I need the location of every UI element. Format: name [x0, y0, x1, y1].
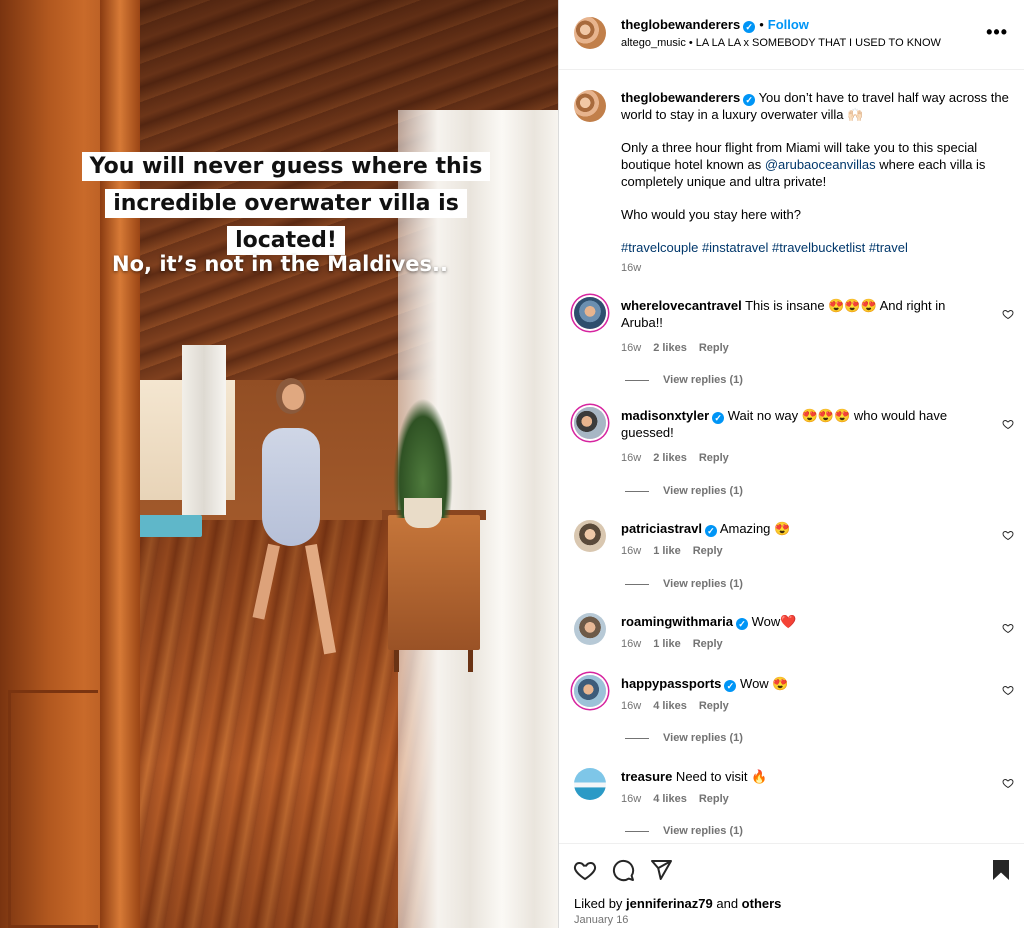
verified-icon: ✓ [704, 525, 717, 537]
comment-username[interactable]: happypassports [621, 676, 721, 691]
avatar[interactable] [574, 90, 606, 122]
caption-question: Who would you stay here with? [621, 207, 801, 222]
post-actions: Liked by jenniferinaz79 and others Janua… [559, 843, 1024, 928]
reply-button[interactable]: Reply [693, 638, 723, 650]
view-replies-button[interactable]: View replies (1) [625, 485, 743, 497]
heart-icon[interactable] [1002, 418, 1014, 430]
reply-button[interactable]: Reply [699, 700, 729, 712]
audio-label[interactable]: altego_music • LA LA LA x SOMEBODY THAT … [621, 37, 941, 49]
comment-username[interactable]: wherelovecantravel [621, 298, 742, 313]
avatar[interactable] [574, 297, 606, 329]
post-header: theglobewanderers ✓ • Follow altego_music •… [559, 0, 1024, 70]
author-username[interactable]: theglobewanderers [621, 17, 740, 32]
person [262, 428, 320, 546]
reply-button[interactable]: Reply [699, 793, 729, 805]
comment-text: Wow❤️ [747, 614, 797, 629]
reply-button[interactable]: Reply [693, 545, 723, 557]
heart-icon[interactable] [1002, 308, 1014, 320]
avatar[interactable] [574, 17, 606, 49]
bookmark-icon[interactable] [989, 858, 1013, 882]
reply-button[interactable]: Reply [699, 452, 729, 464]
verified-icon: ✓ [743, 94, 756, 106]
avatar[interactable] [574, 613, 606, 645]
cabinet [388, 515, 480, 650]
plant-pot [404, 498, 442, 528]
video-caption-bottom: No, it’s not in the Maldives.. [112, 252, 448, 276]
curtain [182, 345, 226, 515]
more-icon[interactable]: ••• [986, 22, 1008, 43]
caption-username[interactable]: theglobewanderers [621, 90, 740, 105]
heart-icon[interactable] [1002, 622, 1014, 634]
comment-username[interactable]: madisonxtyler [621, 408, 709, 423]
verified-icon: ✓ [735, 618, 748, 630]
reply-button[interactable]: Reply [699, 342, 729, 354]
share-icon[interactable] [649, 858, 673, 882]
heart-icon[interactable] [1002, 529, 1014, 541]
heart-icon[interactable] [1002, 684, 1014, 696]
comments-scroll[interactable]: theglobewanderers ✓ You don’t have to tra… [559, 71, 1024, 843]
follow-button[interactable]: Follow [768, 17, 809, 32]
avatar[interactable] [574, 520, 606, 552]
verified-icon: ✓ [712, 412, 725, 424]
heart-icon[interactable] [573, 858, 597, 882]
post-age: 16w [621, 262, 642, 274]
separator: • [759, 17, 764, 32]
comment-text: Wow 😍 [736, 676, 789, 691]
avatar[interactable] [574, 768, 606, 800]
avatar[interactable] [574, 407, 606, 439]
verified-icon: ✓ [724, 680, 737, 692]
liked-user[interactable]: jenniferinaz79 [626, 896, 713, 911]
view-replies-button[interactable]: View replies (1) [625, 732, 743, 744]
liked-others[interactable]: others [742, 896, 782, 911]
comment-icon[interactable] [611, 858, 635, 882]
mention-link[interactable]: @arubaoceanvillas [765, 157, 876, 172]
comment-text: Amazing 😍 [716, 521, 791, 536]
view-replies-button[interactable]: View replies (1) [625, 374, 743, 386]
heart-icon[interactable] [1002, 777, 1014, 789]
post-media[interactable]: You will never guess where this incredib… [0, 0, 558, 928]
liked-by: Liked by jenniferinaz79 and others [574, 896, 782, 911]
post-date[interactable]: January 16 [574, 914, 628, 926]
comment-username[interactable]: treasure [621, 769, 672, 784]
comment-text: Need to visit 🔥 [672, 769, 768, 784]
view-replies-button[interactable]: View replies (1) [625, 578, 743, 590]
comment-username[interactable]: patriciastravl [621, 521, 702, 536]
verified-icon: ✓ [743, 21, 756, 33]
comment-username[interactable]: roamingwithmaria [621, 614, 733, 629]
post-side-panel: theglobewanderers ✓ • Follow altego_music •… [558, 0, 1024, 928]
view-replies-button[interactable]: View replies (1) [625, 825, 743, 837]
video-caption-top: You will never guess where this incredib… [66, 148, 506, 259]
hashtags[interactable]: #travelcouple #instatravel #travelbucket… [621, 239, 1011, 256]
avatar[interactable] [574, 675, 606, 707]
